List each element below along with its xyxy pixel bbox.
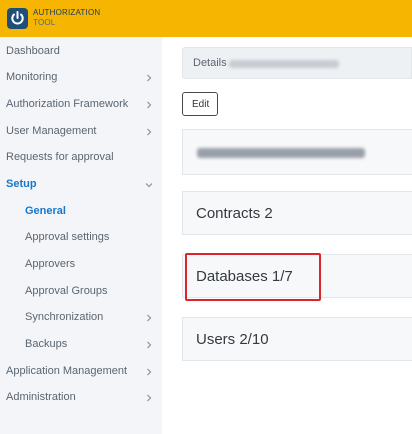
redacted-text [229, 60, 339, 68]
sidebar-item-approval-settings[interactable]: Approval settings [0, 224, 162, 250]
sidebar-item-label: User Management [6, 125, 97, 137]
sidebar-item-label: Monitoring [6, 71, 58, 83]
sidebar-item-label: Approvers [25, 258, 76, 270]
sidebar-item-backups[interactable]: Backups [0, 331, 162, 357]
details-label: Details [193, 57, 227, 69]
sidebar-item-label: Administration [6, 391, 76, 403]
edit-button[interactable]: Edit [182, 92, 218, 116]
contracts-card-title: Contracts 2 [196, 205, 273, 222]
chevron-right-icon [147, 394, 152, 402]
sidebar-item-label: Approval settings [25, 231, 110, 243]
sidebar-item-requests-for-approval[interactable]: Requests for approval [0, 144, 162, 170]
sidebar-item-monitoring[interactable]: Monitoring [0, 64, 162, 90]
sidebar: Dashboard Monitoring Authorization Frame… [0, 37, 162, 434]
sidebar-item-application-management[interactable]: Application Management [0, 358, 162, 384]
sidebar-item-setup[interactable]: Setup [0, 171, 162, 197]
brand-line-1: AUTHORIZATION [33, 8, 101, 17]
contracts-card[interactable]: Contracts 2 [182, 191, 412, 235]
sidebar-item-label: Backups [25, 338, 68, 350]
chevron-right-icon [147, 101, 152, 109]
sidebar-item-approvers[interactable]: Approvers [0, 251, 162, 277]
sidebar-item-label: Authorization Framework [6, 98, 129, 110]
top-bar: AUTHORIZATION TOOL [0, 0, 412, 37]
sidebar-item-label: Application Management [6, 365, 128, 377]
users-card-title: Users 2/10 [196, 331, 269, 348]
main-content: Details Edit Contracts 2 Databases 1/7 U… [162, 37, 412, 434]
chevron-right-icon [147, 74, 152, 82]
databases-card[interactable]: Databases 1/7 [182, 254, 412, 298]
sidebar-item-label: Setup [6, 178, 37, 190]
sidebar-item-label: Approval Groups [25, 285, 108, 297]
chevron-down-icon [145, 183, 153, 188]
brand-title: AUTHORIZATION TOOL [33, 8, 100, 28]
sidebar-item-label: Synchronization [25, 311, 104, 323]
sidebar-item-label: Requests for approval [6, 151, 114, 163]
sidebar-item-general[interactable]: General [0, 198, 162, 224]
users-card[interactable]: Users 2/10 [182, 317, 412, 361]
chevron-right-icon [147, 314, 152, 322]
brand-line-2: TOOL [33, 18, 56, 27]
databases-card-title: Databases 1/7 [196, 268, 293, 285]
redacted-text [197, 148, 365, 158]
sidebar-item-user-management[interactable]: User Management [0, 118, 162, 144]
chevron-right-icon [147, 368, 152, 376]
sidebar-item-administration[interactable]: Administration [0, 384, 162, 410]
edit-button-label: Edit [192, 99, 210, 110]
chevron-right-icon [147, 341, 152, 349]
sidebar-item-dashboard[interactable]: Dashboard [0, 38, 162, 64]
sidebar-item-authorization-framework[interactable]: Authorization Framework [0, 91, 162, 117]
details-breadcrumb: Details [182, 47, 412, 79]
sidebar-item-label: General [25, 205, 66, 217]
sidebar-item-approval-groups[interactable]: Approval Groups [0, 278, 162, 304]
sidebar-item-label: Dashboard [6, 45, 60, 57]
redacted-card[interactable] [182, 129, 412, 175]
sidebar-item-synchronization[interactable]: Synchronization [0, 304, 162, 330]
power-logo-icon[interactable] [7, 8, 28, 29]
chevron-right-icon [147, 128, 152, 136]
